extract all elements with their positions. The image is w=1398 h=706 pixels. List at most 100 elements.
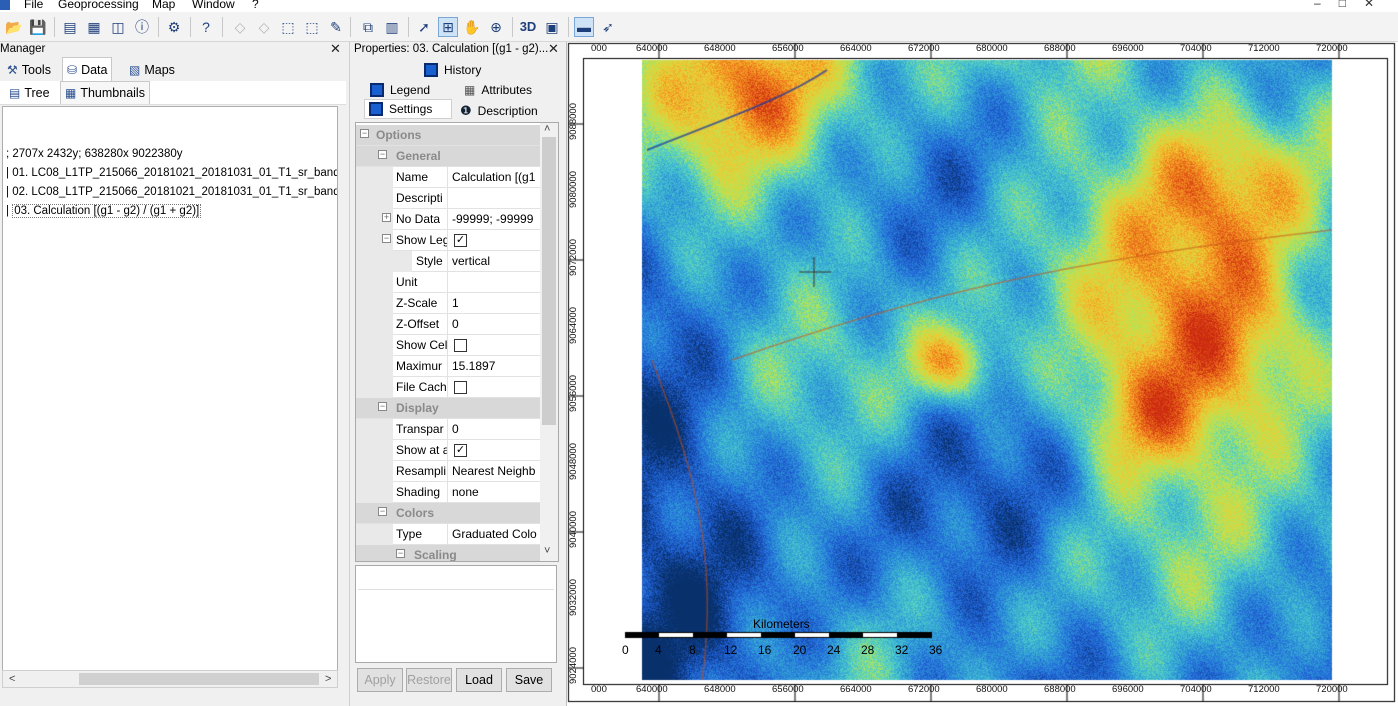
copy-icon[interactable]: ▥ <box>382 17 402 37</box>
category-general[interactable]: − General <box>356 146 540 167</box>
property-value[interactable]: none <box>452 482 540 503</box>
tab-history[interactable]: History <box>424 60 481 80</box>
save-button[interactable]: Save <box>506 668 552 692</box>
zoom-box-icon[interactable]: ⊞ <box>438 17 458 37</box>
apply-button[interactable]: Apply <box>357 668 403 692</box>
zoom-icon[interactable]: ⊕ <box>486 17 506 37</box>
menu-map[interactable]: Map <box>152 0 175 11</box>
property-row[interactable]: Resampli Nearest Neighb <box>356 461 540 482</box>
property-value[interactable] <box>452 272 540 293</box>
tab-thumbnails[interactable]: ▦ Thumbnails <box>60 81 150 104</box>
print-icon[interactable]: ⧉ <box>358 17 378 37</box>
property-row[interactable]: Shading none <box>356 482 540 503</box>
measure-icon[interactable]: ▬ <box>574 17 594 37</box>
property-value[interactable]: 15.1897 <box>452 356 540 377</box>
info-icon[interactable]: ⓘ <box>132 17 152 37</box>
property-row[interactable]: Z-Offset 0 <box>356 314 540 335</box>
layers-icon[interactable]: ◫ <box>108 17 128 37</box>
tab-settings[interactable]: Settings <box>364 99 452 119</box>
close-icon[interactable]: ✕ <box>1364 0 1392 10</box>
file-cache-checkbox[interactable] <box>454 381 467 395</box>
scroll-up-icon[interactable]: ˄ <box>544 123 550 137</box>
help-icon[interactable]: ? <box>196 17 216 37</box>
raster-map-canvas[interactable] <box>567 42 1398 706</box>
property-value[interactable] <box>452 335 540 356</box>
category-scaling[interactable]: − Scaling <box>356 545 540 561</box>
property-value[interactable]: ✓ <box>452 230 540 251</box>
scroll-right-icon[interactable]: > <box>325 671 331 687</box>
collapse-icon[interactable]: − <box>396 549 405 558</box>
property-row[interactable]: + No Data -99999; -99999 <box>356 209 540 230</box>
grid-system-item[interactable]: ; 2707x 2432y; 638280x 9022380y <box>6 147 182 162</box>
arrow-diamond-icon[interactable]: ◇ <box>254 17 274 37</box>
horizontal-scrollbar[interactable]: < > <box>2 670 338 688</box>
show-legend-checkbox[interactable]: ✓ <box>454 234 467 248</box>
minimize-icon[interactable]: – <box>1314 0 1339 10</box>
property-row[interactable]: Show at a ✓ <box>356 440 540 461</box>
tab-tree[interactable]: ▤ Tree <box>4 82 55 104</box>
map-view[interactable]: Kilometers 000 640000 648000 656000 664000 67… <box>566 42 1398 706</box>
property-row[interactable]: Maximur 15.1897 <box>356 356 540 377</box>
scroll-down-icon[interactable]: ˅ <box>544 543 550 559</box>
collapse-icon[interactable]: − <box>360 129 369 138</box>
property-value[interactable]: vertical <box>452 251 540 272</box>
list-item[interactable]: | 01. LC08_L1TP_215066_20181021_20181031… <box>6 166 337 181</box>
menu-geoprocessing[interactable]: Geoprocessing <box>58 0 139 11</box>
collapse-icon[interactable]: − <box>378 402 387 411</box>
scrollbar-thumb[interactable] <box>542 137 556 425</box>
category-options[interactable]: − Options <box>356 125 540 146</box>
layer-add-icon[interactable]: ⬚ <box>278 17 298 37</box>
3d-layers-icon[interactable]: ▣ <box>542 17 562 37</box>
property-value[interactable]: 0 <box>452 419 540 440</box>
property-value[interactable]: Nearest Neighb <box>452 461 540 482</box>
tab-maps[interactable]: ▧ Maps <box>124 59 180 81</box>
property-value[interactable]: -99999; -99999 <box>452 209 540 230</box>
pointer-icon[interactable]: ➚ <box>414 17 434 37</box>
3d-view-icon[interactable]: 3D <box>518 17 538 37</box>
property-value[interactable]: ✓ <box>452 440 540 461</box>
list-item[interactable]: | 02. LC08_L1TP_215066_20181021_20181031… <box>6 185 337 200</box>
property-row[interactable]: − Show Leg ✓ <box>356 230 540 251</box>
menu-help[interactable]: ? <box>252 0 259 11</box>
restore-button[interactable]: Restore <box>406 668 452 692</box>
table-view-icon[interactable]: ▦ <box>84 17 104 37</box>
property-row[interactable]: Z-Scale 1 <box>356 293 540 314</box>
pan-hand-icon[interactable]: ✋ <box>462 17 482 37</box>
property-row[interactable]: Show Cel <box>356 335 540 356</box>
scroll-left-icon[interactable]: < <box>9 671 15 687</box>
property-row[interactable]: Transpar 0 <box>356 419 540 440</box>
property-value[interactable]: Calculation [(g1 <box>452 167 540 188</box>
arrow-diamond-icon[interactable]: ◇ <box>230 17 250 37</box>
layer-remove-icon[interactable]: ⬚ <box>302 17 322 37</box>
property-row[interactable]: Type Graduated Colo <box>356 524 540 545</box>
scrollbar-thumb[interactable] <box>79 673 319 685</box>
layer-edit-icon[interactable]: ✎ <box>326 17 346 37</box>
north-arrow-icon[interactable]: ➶ <box>598 17 618 37</box>
expand-icon[interactable]: + <box>382 213 391 222</box>
show-cell-values-checkbox[interactable] <box>454 339 467 353</box>
settings-icon[interactable]: ⚙ <box>164 17 184 37</box>
category-colors[interactable]: − Colors <box>356 503 540 524</box>
list-item[interactable]: | 03. Calculation [(g1 - g2) / (g1 + g2)… <box>6 204 202 219</box>
property-row[interactable]: Descripti <box>356 188 540 209</box>
tab-data[interactable]: ⛁ Data <box>62 57 113 81</box>
property-value[interactable]: Graduated Colo <box>452 524 540 545</box>
property-value[interactable]: 1 <box>452 293 540 314</box>
menu-file[interactable]: File <box>24 0 43 11</box>
collapse-icon[interactable]: − <box>378 150 387 159</box>
save-icon[interactable]: 💾 <box>28 17 48 37</box>
collapse-icon[interactable]: − <box>378 507 387 516</box>
category-display[interactable]: − Display <box>356 398 540 419</box>
show-at-all-checkbox[interactable]: ✓ <box>454 444 467 458</box>
close-icon[interactable]: ✕ <box>330 42 341 55</box>
menu-window[interactable]: Window <box>192 0 235 11</box>
collapse-icon[interactable]: − <box>382 234 391 243</box>
property-row[interactable]: File Cach <box>356 377 540 398</box>
grid-view-icon[interactable]: ▤ <box>60 17 80 37</box>
load-button[interactable]: Load <box>456 668 502 692</box>
tab-description[interactable]: ❶ Description <box>460 101 538 121</box>
tab-tools[interactable]: ⚒ Tools <box>2 59 56 81</box>
property-value[interactable] <box>452 377 540 398</box>
maximize-icon[interactable]: □ <box>1339 0 1364 10</box>
property-value[interactable]: 0 <box>452 314 540 335</box>
